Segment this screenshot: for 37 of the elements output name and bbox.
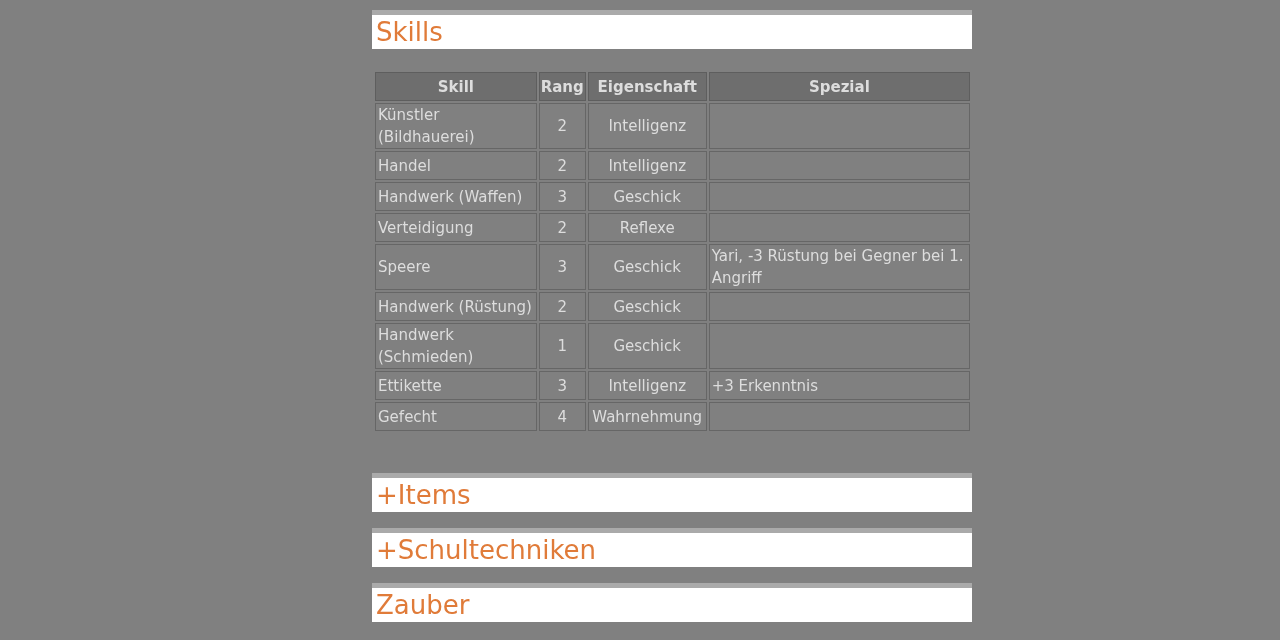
section-heading[interactable]: +Items: [372, 473, 972, 512]
table-cell: Künstler (Bildhauerei): [375, 103, 537, 149]
table-cell: Intelligenz: [587, 151, 707, 180]
table-cell: Geschick: [587, 323, 707, 369]
table-cell: Handwerk (Waffen): [375, 182, 537, 211]
table-cell: Speere: [375, 244, 537, 290]
table-cell: 3: [538, 244, 586, 290]
table-cell: Reflexe: [587, 213, 707, 242]
section-heading[interactable]: Skills: [372, 10, 972, 49]
column-header: Rang: [538, 72, 586, 101]
table-cell: Yari, -3 Rüstung bei Gegner bei 1. Angriff: [708, 244, 970, 290]
table-cell: 2: [538, 151, 586, 180]
table-cell: Geschick: [587, 292, 707, 321]
table-cell: Handwerk (Schmieden): [375, 323, 537, 369]
table-cell: Geschick: [587, 182, 707, 211]
table-cell: Gefecht: [375, 402, 537, 431]
table-cell: Handel: [375, 151, 537, 180]
section-heading[interactable]: Zauber: [372, 583, 972, 622]
table-cell: 1: [538, 323, 586, 369]
column-header: Spezial: [708, 72, 970, 101]
table-cell: Handwerk (Rüstung): [375, 292, 537, 321]
table-cell: Ettikette: [375, 371, 537, 400]
table-cell: Intelligenz: [587, 103, 707, 149]
table-cell: Verteidigung: [375, 213, 537, 242]
table-cell: 3: [538, 371, 586, 400]
table-cell: 3: [538, 182, 586, 211]
table-cell: Geschick: [587, 244, 707, 290]
table-cell: 2: [538, 292, 586, 321]
table-cell: 2: [538, 213, 586, 242]
table-cell: Wahrnehmung: [587, 402, 707, 431]
table-cell: 2: [538, 103, 586, 149]
table-cell: +3 Erkenntnis: [708, 371, 970, 400]
table-cell: Intelligenz: [587, 371, 707, 400]
column-header: Eigenschaft: [587, 72, 707, 101]
section-heading[interactable]: +Schultechniken: [372, 528, 972, 567]
table-cell: 4: [538, 402, 586, 431]
column-header: Skill: [375, 72, 537, 101]
